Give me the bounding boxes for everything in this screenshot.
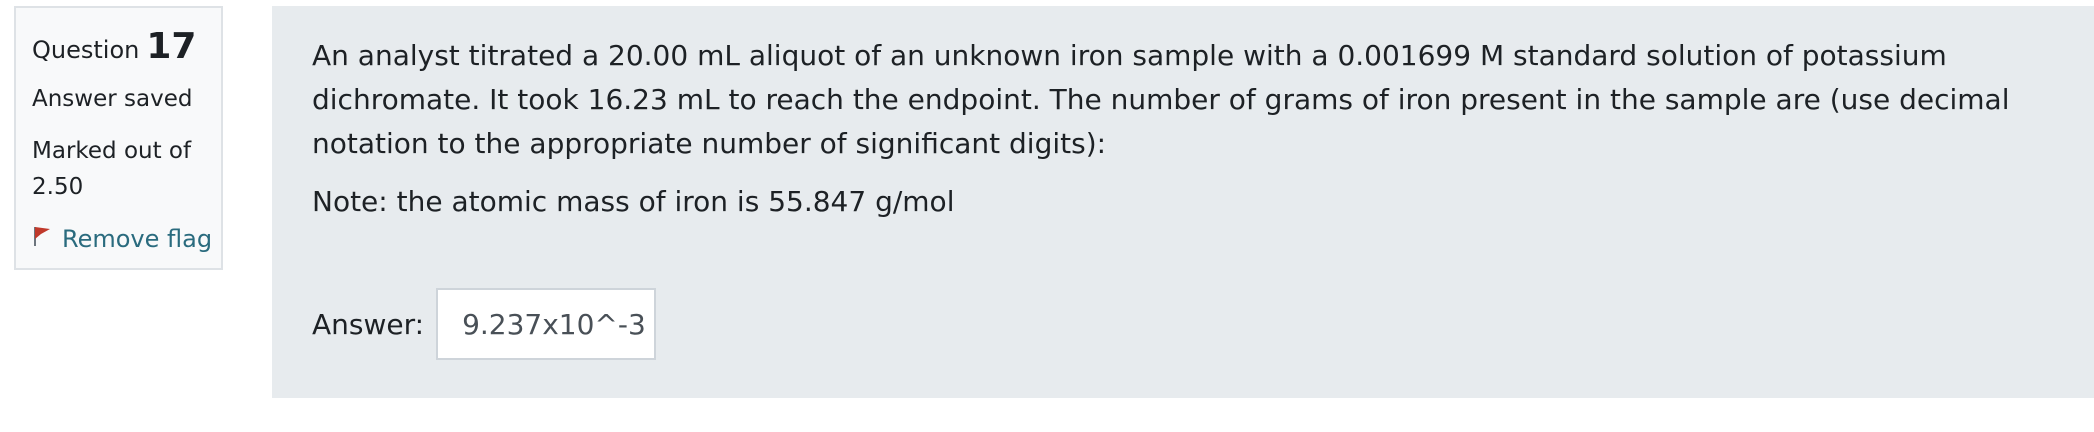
remove-flag-label: Remove flag bbox=[62, 225, 213, 253]
answer-row: Answer: bbox=[312, 288, 657, 360]
answer-label: Answer: bbox=[312, 307, 425, 341]
question-body: An analyst titrated a 20.00 mL aliquot o… bbox=[312, 39, 2010, 160]
question-content: An analyst titrated a 20.00 mL aliquot o… bbox=[272, 6, 2094, 398]
question-label: Question bbox=[32, 36, 140, 64]
question-text: An analyst titrated a 20.00 mL aliquot o… bbox=[312, 34, 2054, 224]
answer-state: Answer saved bbox=[32, 86, 193, 112]
answer-input[interactable] bbox=[436, 288, 657, 360]
remove-flag-link[interactable]: Remove flag bbox=[32, 225, 221, 253]
flag-icon bbox=[32, 225, 62, 253]
question-number: 17 bbox=[146, 26, 197, 67]
question-number-line: Question 17 bbox=[32, 26, 221, 67]
question-info-panel: Question 17 Answer saved Marked out of 2… bbox=[14, 6, 223, 270]
question-note: Note: the atomic mass of iron is 55.847 … bbox=[312, 185, 955, 218]
grade-info: Marked out of 2.50 bbox=[32, 138, 192, 200]
